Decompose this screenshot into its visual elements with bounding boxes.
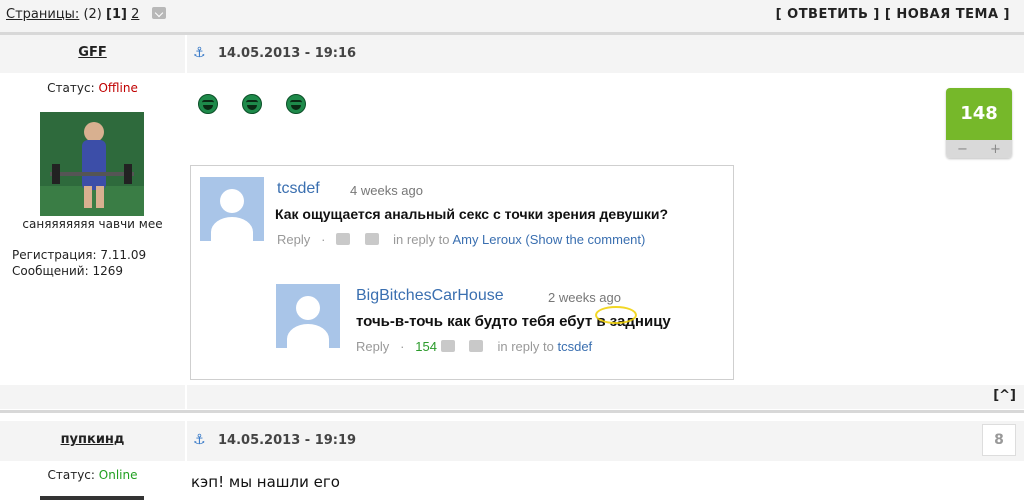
laughing-smiley-icon: [286, 94, 306, 114]
author-name[interactable]: GFF: [0, 45, 185, 60]
post-rating: 8: [982, 424, 1016, 456]
user-status: Статус: Online: [0, 468, 185, 482]
post-footer-left: [0, 385, 185, 409]
commenter-avatar: [200, 177, 264, 241]
post-message: кэп! мы нашли его: [191, 473, 340, 491]
commenter-name: tcsdef: [277, 180, 320, 197]
in-reply-target: tcsdef: [557, 339, 593, 354]
current-page: [1]: [106, 7, 127, 22]
post-author-header: пупкинд: [0, 421, 185, 461]
comment-meta: Reply · 154 in reply to tcsdef: [356, 339, 593, 354]
in-reply-label: in reply to: [393, 232, 450, 247]
post-author-panel: Статус: Online: [0, 463, 185, 500]
comment-text: Как ощущается анальный секс с точки зрен…: [275, 206, 669, 222]
post-date: 14.05.2013 - 19:16: [218, 46, 357, 61]
scribble-overlay: [595, 306, 637, 324]
rating-value: 148: [946, 88, 1012, 140]
author-name[interactable]: пупкинд: [0, 432, 185, 447]
user-signature: саняяяяяяя чавчи мее: [22, 217, 163, 231]
anchor-icon[interactable]: ⚓: [193, 432, 206, 448]
pages-count: (2): [83, 7, 102, 22]
status-label: Статус:: [47, 468, 95, 482]
commenter-avatar: [276, 284, 340, 348]
user-post-count: Сообщений: 1269: [12, 264, 123, 278]
new-topic-button[interactable]: [ НОВАЯ ТЕМА ]: [885, 7, 1010, 22]
in-reply-target: Amy Leroux (Show the comment): [452, 232, 646, 247]
dropdown-icon[interactable]: [151, 7, 166, 19]
reply-button[interactable]: [ ОТВЕТИТЬ ]: [776, 7, 880, 22]
comment-time: 4 weeks ago: [350, 183, 423, 198]
comment-meta: Reply · in reply to Amy Leroux (Show the…: [277, 232, 646, 247]
post-date: 14.05.2013 - 19:19: [218, 433, 357, 448]
laughing-smiley-icon: [198, 94, 218, 114]
pages-link[interactable]: Страницы:: [6, 7, 79, 22]
like-count: 154: [415, 339, 437, 354]
post-author-header: GFF: [0, 35, 185, 73]
divider: [0, 410, 1024, 413]
status-label: Статус:: [47, 81, 95, 95]
vote-plus-button[interactable]: +: [990, 142, 1001, 157]
scroll-top-link[interactable]: [^]: [993, 388, 1016, 403]
user-registration: Регистрация: 7.11.09: [12, 248, 147, 262]
status-value: Online: [98, 468, 138, 482]
page-2-link[interactable]: 2: [131, 7, 139, 22]
status-value: Offline: [98, 81, 138, 95]
thumb-down-icon: [469, 340, 484, 352]
post-header: ⚓ 14.05.2013 - 19:16: [187, 35, 1024, 73]
post-header: ⚓ 14.05.2013 - 19:19: [187, 421, 1024, 461]
thumb-up-icon: [440, 340, 455, 352]
avatar: [40, 496, 144, 500]
thumb-down-icon: [364, 233, 379, 245]
commenter-name: BigBitchesCarHouse: [356, 287, 504, 304]
user-status: Статус: Offline: [0, 81, 185, 95]
topic-actions: [ ОТВЕТИТЬ ] [ НОВАЯ ТЕМА ]: [776, 7, 1010, 22]
in-reply-label: in reply to: [497, 339, 554, 354]
top-bar: Страницы: (2) [1] 2 [ ОТВЕТИТЬ ] [ НОВАЯ…: [0, 0, 1024, 32]
comment-time: 2 weeks ago: [548, 290, 621, 305]
post-rating: 148 − +: [946, 88, 1012, 158]
avatar: [40, 112, 144, 216]
thumb-up-icon: [336, 233, 351, 245]
vote-minus-button[interactable]: −: [957, 142, 968, 157]
anchor-icon[interactable]: ⚓: [193, 45, 206, 61]
post-footer: [187, 385, 1024, 409]
laughing-smiley-icon: [242, 94, 262, 114]
comment-reply: Reply: [277, 232, 311, 247]
pagination: Страницы: (2) [1] 2: [6, 7, 166, 22]
comment-reply: Reply: [356, 339, 390, 354]
